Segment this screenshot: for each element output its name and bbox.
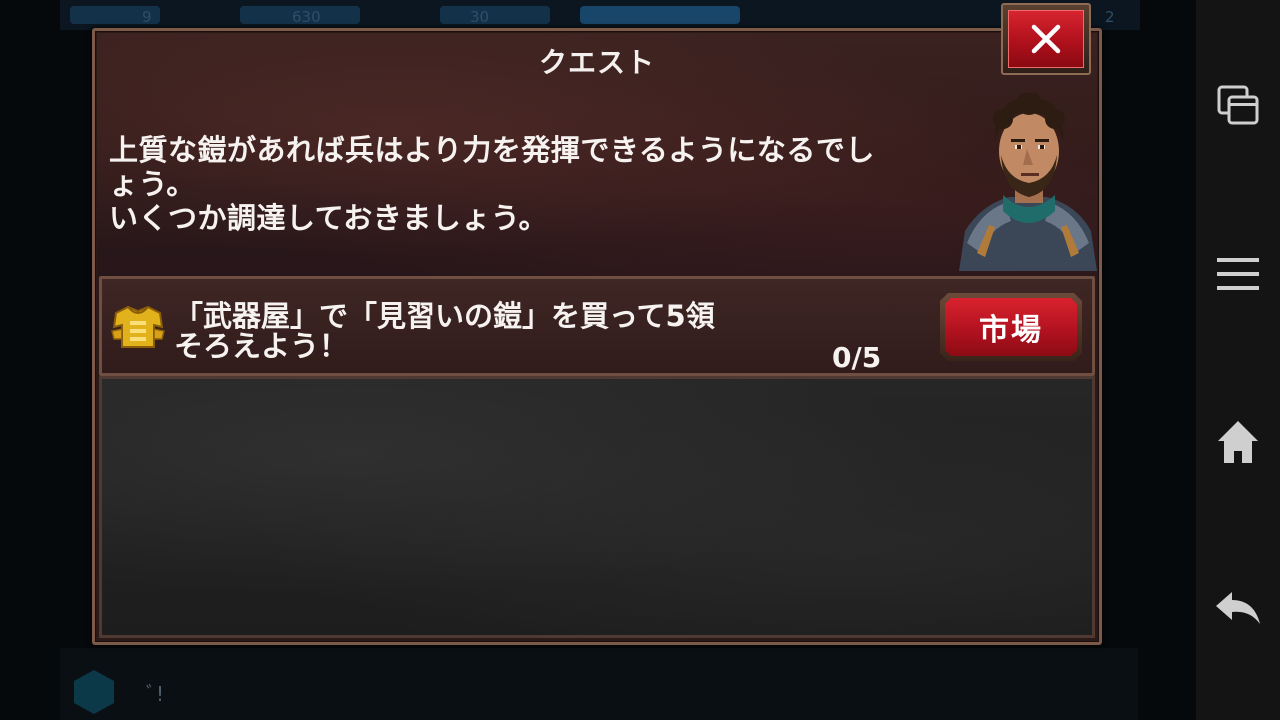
quest-description: 「武器屋」で「見習いの鎧」を買って5領 そろえよう！ bbox=[174, 301, 814, 361]
home-icon bbox=[1216, 419, 1260, 469]
top-hud: 9 630 30 2 bbox=[60, 0, 1140, 30]
hud-value: 2 bbox=[1105, 8, 1115, 26]
quest-dialog: クエスト 上質な鎧があれば兵はより力を発揮できるようになるでし ょう。 いくつか… bbox=[92, 3, 1102, 645]
quest-list-area bbox=[99, 376, 1095, 638]
hud-value: 630 bbox=[292, 8, 321, 26]
armor-icon bbox=[110, 303, 166, 353]
message-line: ょう。 bbox=[109, 167, 196, 201]
system-nav-bar bbox=[1196, 0, 1280, 720]
recent-apps-icon bbox=[1215, 83, 1261, 133]
bottom-bar-text: ﾞ! bbox=[146, 682, 165, 706]
hud-value: 9 bbox=[142, 8, 152, 26]
message-line: 上質な鎧があれば兵はより力を発揮できるようになるでし bbox=[109, 133, 875, 167]
quest-description-line: そろえよう！ bbox=[174, 329, 349, 363]
hud-value: 30 bbox=[470, 8, 490, 26]
message-line: いくつか調達しておきましょう。 bbox=[109, 201, 549, 235]
quest-message: 上質な鎧があれば兵はより力を発揮できるようになるでし ょう。 いくつか調達してお… bbox=[109, 133, 929, 235]
market-button[interactable]: 市場 bbox=[940, 293, 1082, 361]
recent-apps-button[interactable] bbox=[1210, 80, 1266, 136]
hud-resource-pill bbox=[580, 6, 740, 24]
bottom-bar bbox=[60, 648, 1138, 720]
hud-resource-pill bbox=[440, 6, 550, 24]
dialog-header-panel: クエスト 上質な鎧があれば兵はより力を発揮できるようになるでし ょう。 いくつか… bbox=[97, 33, 1097, 276]
quest-description-line: 「武器屋」で「見習いの鎧」を買って5領 bbox=[174, 299, 715, 333]
menu-icon bbox=[1215, 254, 1261, 298]
close-icon bbox=[1008, 10, 1084, 68]
dialog-title: クエスト bbox=[538, 46, 655, 79]
menu-button[interactable] bbox=[1210, 248, 1266, 304]
market-button-label: 市場 bbox=[945, 298, 1077, 356]
back-icon bbox=[1214, 590, 1262, 634]
close-button[interactable] bbox=[1001, 3, 1091, 75]
quest-progress: 0/5 bbox=[832, 341, 882, 374]
back-button[interactable] bbox=[1210, 584, 1266, 640]
quest-item-row: 「武器屋」で「見習いの鎧」を買って5領 そろえよう！ 0/5 市場 bbox=[99, 276, 1095, 376]
advisor-portrait bbox=[959, 93, 1097, 271]
home-button[interactable] bbox=[1210, 416, 1266, 472]
